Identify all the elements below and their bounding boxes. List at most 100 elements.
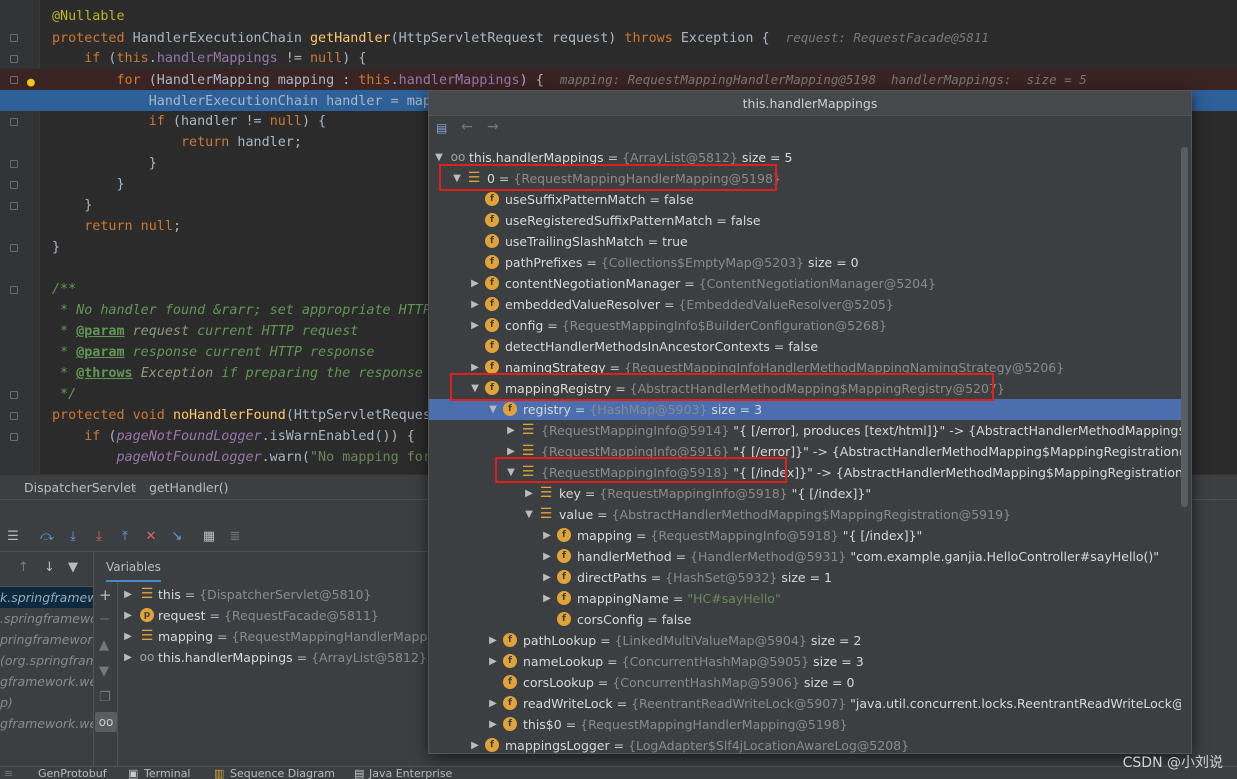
tree-node[interactable]: f pathPrefixes = {Collections$EmptyMap@52… <box>429 252 1181 273</box>
stack-frame[interactable]: pringframework. <box>0 629 93 650</box>
tree-node[interactable]: ▶ f mapping = {RequestMappingInfo@5918} "{… <box>429 525 1181 546</box>
tree-node[interactable]: ▶ f contentNegotiationManager = {ContentNe… <box>429 273 1181 294</box>
tree-node[interactable]: ▶ f directPaths = {HashSet@5932} size = 1 <box>429 567 1181 588</box>
collapsed-arrow-icon[interactable]: ▶ <box>487 630 499 651</box>
tree-node[interactable]: ▶ f mappingName = "HC#sayHello" <box>429 588 1181 609</box>
step-out-icon[interactable]: ⤒ <box>116 528 134 546</box>
filter-icon[interactable]: ▼ <box>68 560 78 575</box>
expanded-arrow-icon[interactable]: ▼ <box>523 504 535 525</box>
move-down-icon[interactable]: ▼ <box>99 664 109 679</box>
stack-frame[interactable]: p) <box>0 692 93 713</box>
collapsed-arrow-icon[interactable]: ▶ <box>541 525 553 546</box>
expanded-arrow-icon[interactable]: ▼ <box>487 399 499 420</box>
collapsed-arrow-icon[interactable]: ▶ <box>487 651 499 672</box>
fold-marker-icon[interactable] <box>10 34 18 42</box>
collapsed-arrow-icon[interactable]: ▶ <box>541 588 553 609</box>
stack-frame[interactable]: gframework.web <box>0 713 93 734</box>
expand-arrow-icon[interactable]: ▶ <box>122 584 134 605</box>
run-to-cursor-icon[interactable]: ↘ <box>168 528 186 546</box>
fold-marker-icon[interactable] <box>10 202 18 210</box>
collapsed-arrow-icon[interactable]: ▶ <box>523 483 535 504</box>
evaluate-icon[interactable]: ▦ <box>200 528 218 546</box>
forward-arrow-icon[interactable]: → <box>487 119 499 135</box>
trace-icon[interactable]: ≣ <box>226 528 244 546</box>
tree-node[interactable]: ▶ ☰ {RequestMappingInfo@5914} "{ [/error],… <box>429 420 1181 441</box>
new-watch-icon[interactable]: ▤ <box>436 121 452 135</box>
back-arrow-icon[interactable]: ← <box>461 119 473 135</box>
code-line[interactable]: protected HandlerExecutionChain getHandl… <box>0 27 1237 48</box>
tree-node[interactable]: f useRegisteredSuffixPatternMatch = false <box>429 210 1181 231</box>
down-arrow-icon[interactable]: ↓ <box>44 560 55 575</box>
variable-row[interactable]: ▶ oo this.handlerMappings = {ArrayList@581… <box>118 647 434 668</box>
copy-icon[interactable]: ❐ <box>99 690 111 705</box>
expand-arrow-icon[interactable]: ▶ <box>122 626 134 647</box>
collapsed-arrow-icon[interactable]: ▶ <box>505 420 517 441</box>
force-step-into-icon[interactable]: ⤓ <box>90 528 108 546</box>
breadcrumb-method[interactable]: getHandler() <box>149 475 229 501</box>
tree-node[interactable]: ▶ f pathLookup = {LinkedMultiValueMap@5904… <box>429 630 1181 651</box>
variable-row[interactable]: ▶ ☰ this = {DispatcherServlet@5810} <box>118 584 434 605</box>
tree-node[interactable]: ▶ f embeddedValueResolver = {EmbeddedValue… <box>429 294 1181 315</box>
step-into-icon[interactable]: ⤓ <box>64 528 82 546</box>
expand-arrow-icon[interactable]: ▶ <box>122 605 134 626</box>
fold-marker-icon[interactable] <box>10 244 18 252</box>
list-icon[interactable]: ≡ <box>4 767 13 779</box>
tree-node[interactable]: ▶ f config = {RequestMappingInfo$BuilderCo… <box>429 315 1181 336</box>
breadcrumb-class[interactable]: DispatcherServlet <box>24 475 136 501</box>
tool-terminal[interactable]: Terminal <box>144 767 191 779</box>
move-up-icon[interactable]: ▲ <box>99 638 109 653</box>
tree-node[interactable]: f useSuffixPatternMatch = false <box>429 189 1181 210</box>
variables-tab[interactable]: Variables <box>94 552 434 582</box>
tree-node[interactable]: ▶ ☰ key = {RequestMappingInfo@5918} "{ [/i… <box>429 483 1181 504</box>
step-over-icon[interactable]: ⤼ <box>38 528 56 546</box>
fold-marker-icon[interactable] <box>10 118 18 126</box>
code-line[interactable]: ● for (HandlerMapping mapping : this.han… <box>0 69 1237 90</box>
fold-marker-icon[interactable] <box>10 181 18 189</box>
fold-marker-icon[interactable] <box>10 76 18 84</box>
fold-marker-icon[interactable] <box>10 55 18 63</box>
collapsed-arrow-icon[interactable]: ▶ <box>487 714 499 735</box>
menu-icon[interactable]: ☰ <box>4 528 22 546</box>
tree-node[interactable]: ▶ f handlerMethod = {HandlerMethod@5931} "… <box>429 546 1181 567</box>
collapsed-arrow-icon[interactable]: ▶ <box>469 273 481 294</box>
watches-toggle-icon[interactable]: oo <box>95 712 117 732</box>
tree-node[interactable]: f detectHandlerMethodsInAncestorContexts … <box>429 336 1181 357</box>
stack-frame[interactable]: .springframewo <box>0 608 93 629</box>
popup-scrollbar[interactable] <box>1181 147 1188 507</box>
tree-node[interactable]: ▶ f this$0 = {RequestMappingHandlerMapping… <box>429 714 1181 735</box>
fold-marker-icon[interactable] <box>10 433 18 441</box>
drop-frame-icon[interactable]: ✕ <box>142 528 160 546</box>
variable-row[interactable]: ▶ p request = {RequestFacade@5811} <box>118 605 434 626</box>
collapsed-arrow-icon[interactable]: ▶ <box>541 567 553 588</box>
code-line[interactable]: @Nullable <box>0 6 1237 27</box>
remove-icon[interactable]: − <box>99 612 110 627</box>
fold-marker-icon[interactable] <box>10 391 18 399</box>
fold-marker-icon[interactable] <box>10 412 18 420</box>
tool-sequence-diagram[interactable]: Sequence Diagram <box>230 767 335 779</box>
collapsed-arrow-icon[interactable]: ▶ <box>469 294 481 315</box>
tree-node[interactable]: ▼ f registry = {HashMap@5903} size = 3 <box>429 399 1181 420</box>
stack-frame[interactable]: (org.springfram <box>0 650 93 671</box>
collapsed-arrow-icon[interactable]: ▶ <box>487 693 499 714</box>
tree-node[interactable]: ▶ f mappingsLogger = {LogAdapter$Slf4jLoca… <box>429 735 1181 755</box>
collapsed-arrow-icon[interactable]: ▶ <box>541 546 553 567</box>
fold-marker-icon[interactable] <box>10 160 18 168</box>
tree-node[interactable]: ▶ f readWriteLock = {ReentrantReadWriteLoc… <box>429 693 1181 714</box>
add-watch-icon[interactable]: + <box>99 586 112 604</box>
stack-frame[interactable]: gframework.web <box>0 671 93 692</box>
fold-marker-icon[interactable] <box>10 286 18 294</box>
up-arrow-icon[interactable]: ↑ <box>18 560 29 575</box>
variable-row[interactable]: ▶ ☰ mapping = {RequestMappingHandlerMappin… <box>118 626 434 647</box>
code-line[interactable]: if (this.handlerMappings != null) { <box>0 48 1237 69</box>
tree-node[interactable]: f useTrailingSlashMatch = true <box>429 231 1181 252</box>
tool-genprotobuf[interactable]: GenProtobuf <box>38 767 107 779</box>
tree-node[interactable]: f corsConfig = false <box>429 609 1181 630</box>
tool-java-enterprise[interactable]: Java Enterprise <box>369 767 452 779</box>
tree-node[interactable]: ▼ ☰ value = {AbstractHandlerMethodMapping$… <box>429 504 1181 525</box>
collapsed-arrow-icon[interactable]: ▶ <box>469 735 481 755</box>
popup-title[interactable]: this.handlerMappings <box>429 91 1191 116</box>
tree-node[interactable]: ▶ f nameLookup = {ConcurrentHashMap@5905} … <box>429 651 1181 672</box>
expand-arrow-icon[interactable]: ▶ <box>122 647 134 668</box>
stack-frame[interactable]: k.springframewo <box>0 587 93 608</box>
tree-node[interactable]: f corsLookup = {ConcurrentHashMap@5906} s… <box>429 672 1181 693</box>
